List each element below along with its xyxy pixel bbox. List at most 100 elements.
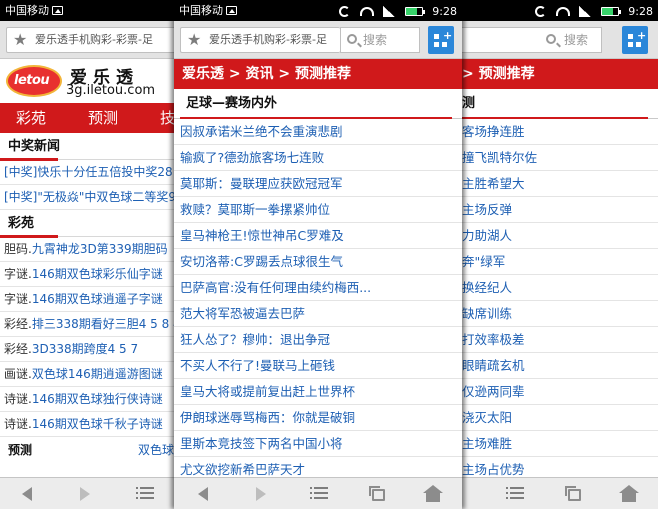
nav-item-caiyuan[interactable]: 彩苑: [16, 103, 46, 133]
wifi-icon: [555, 6, 570, 16]
back-icon[interactable]: [198, 487, 208, 501]
menu-icon[interactable]: [136, 487, 154, 499]
article-link[interactable]: 力助湖人: [462, 223, 658, 249]
page-content: 爱乐透 > 资讯 > 预测推荐 足球—赛场内外 因叔承诺米兰绝不会重演悲剧 输疯…: [174, 59, 462, 477]
news-section-header: 中奖新闻: [0, 133, 176, 161]
status-bar: 中国移动 9:28: [174, 0, 462, 21]
image-notification-icon: [52, 6, 63, 15]
section-header: 测: [462, 89, 658, 119]
url-title: 爱乐透手机购彩-彩票-足: [209, 33, 327, 46]
bookmark-star-icon[interactable]: ★: [13, 31, 27, 49]
address-bar: ★ 爱乐透手机购彩-彩票-足: [0, 21, 176, 59]
tabs-grid-button[interactable]: +: [622, 26, 648, 54]
header-underline: [0, 158, 58, 161]
news-item[interactable]: [中奖]快乐十分任五倍投中奖28: [0, 160, 176, 185]
article-link[interactable]: 伊朗球迷辱骂梅西：你就是破铜: [174, 405, 462, 431]
nav-item-jiqiao[interactable]: 技: [160, 103, 175, 133]
site-header: letou 爱乐透 3g.iletou.com: [0, 59, 176, 103]
site-logo[interactable]: letou: [6, 65, 62, 97]
main-nav: 彩苑 预测 技: [0, 103, 176, 133]
article-link[interactable]: 奔"绿军: [462, 249, 658, 275]
list-item[interactable]: 诗谜.146期双色球独行侠诗谜: [0, 387, 176, 412]
wifi-icon: [359, 6, 374, 16]
tabs-grid-button[interactable]: +: [428, 26, 454, 54]
article-link[interactable]: 巴萨高官:没有任何理由续约梅西...: [174, 275, 462, 301]
browser-toolbar: [462, 477, 658, 509]
home-icon[interactable]: [423, 485, 443, 502]
pages-icon[interactable]: [565, 486, 581, 501]
article-link[interactable]: 因叔承诺米兰绝不会重演悲剧: [174, 119, 462, 145]
sync-icon: [339, 5, 351, 17]
list-item[interactable]: 彩经.3D338期跨度4 5 7: [0, 337, 176, 362]
url-field[interactable]: ★ 爱乐透手机购彩-彩票-足: [6, 27, 176, 53]
article-link[interactable]: 撞飞凯特尔佐: [462, 145, 658, 171]
status-icons: 9:28: [333, 0, 457, 22]
page-content: > 预测推荐 测 客场挣连胜 撞飞凯特尔佐 主胜希望大 主场反弹 力助湖人 奔"…: [462, 59, 658, 477]
site-url: 3g.iletou.com: [66, 83, 156, 98]
article-link[interactable]: 尤文欲挖新希巴萨天才: [174, 457, 462, 477]
back-icon[interactable]: [22, 487, 32, 501]
caiyuan-section-header: 彩苑: [0, 210, 176, 238]
prediction-link[interactable]: 双色球: [138, 437, 174, 463]
article-link[interactable]: 主场反弹: [462, 197, 658, 223]
browser-toolbar: [174, 477, 462, 509]
bookmark-star-icon[interactable]: ★: [187, 31, 201, 49]
status-icons: 9:28: [529, 0, 653, 22]
list-item[interactable]: 画谜.双色球146期逍遥游图谜: [0, 362, 176, 387]
url-title: 爱乐透手机购彩-彩票-足: [35, 33, 153, 46]
article-link[interactable]: 救赎？莫耶斯一拳摞紧帅位: [174, 197, 462, 223]
article-link[interactable]: 狂人怂了？穆帅：退出争冠: [174, 327, 462, 353]
search-field[interactable]: 搜索: [462, 27, 602, 53]
article-link[interactable]: 范大将军恐被逼去巴萨: [174, 301, 462, 327]
article-link[interactable]: 主胜希望大: [462, 171, 658, 197]
article-link[interactable]: 眼睛疏玄机: [462, 353, 658, 379]
news-item[interactable]: [中奖]"无极焱"中双色球二等奖9: [0, 185, 176, 210]
home-icon[interactable]: [619, 485, 639, 502]
breadcrumb[interactable]: 爱乐透 > 资讯 > 预测推荐: [174, 59, 462, 89]
list-item[interactable]: 字谜.146期双色球彩乐仙字谜: [0, 262, 176, 287]
list-item[interactable]: 胆码.九霄神龙3D第339期胆码: [0, 237, 176, 262]
status-bar: 9:28: [462, 0, 658, 21]
menu-icon[interactable]: [506, 487, 524, 499]
article-link[interactable]: 换经纪人: [462, 275, 658, 301]
article-link[interactable]: 不买人不行了!曼联马上砸钱: [174, 353, 462, 379]
address-bar: 搜索 +: [462, 21, 658, 59]
section-header: 足球—赛场内外: [174, 89, 462, 119]
battery-icon: [600, 6, 621, 16]
article-link[interactable]: 主场占优势: [462, 457, 658, 477]
breadcrumb[interactable]: > 预测推荐: [462, 59, 658, 89]
list-item[interactable]: 字谜.146期双色球逍遥子字谜: [0, 287, 176, 312]
right-browser-window: 9:28 搜索 + > 预测推荐 测 客场挣连胜 撞飞凯特尔佐 主胜希望大 主场…: [462, 0, 658, 509]
prediction-section-row: 预测 双色球: [0, 437, 176, 463]
forward-icon[interactable]: [256, 487, 266, 501]
browser-toolbar: [0, 477, 176, 509]
search-field[interactable]: 搜索: [340, 27, 420, 53]
article-link[interactable]: 莫耶斯：曼联理应获欧冠冠军: [174, 171, 462, 197]
carrier-label: 中国移动: [5, 0, 63, 21]
article-link[interactable]: 浇灭太阳: [462, 405, 658, 431]
image-notification-icon: [226, 6, 237, 15]
page-content: letou 爱乐透 3g.iletou.com 彩苑 预测 技 中奖新闻 [中奖…: [0, 59, 176, 477]
article-link[interactable]: 客场挣连胜: [462, 119, 658, 145]
signal-icon: [383, 5, 396, 17]
url-field[interactable]: ★ 爱乐透手机购彩-彩票-足: [180, 27, 340, 53]
list-item[interactable]: 诗谜.146期双色球千秋子诗谜: [0, 412, 176, 437]
pages-icon[interactable]: [369, 486, 385, 501]
sync-icon: [535, 5, 547, 17]
left-browser-window: 中国移动 ★ 爱乐透手机购彩-彩票-足 letou 爱乐透 3g.iletou.…: [0, 0, 176, 509]
article-link[interactable]: 缺席训练: [462, 301, 658, 327]
article-link[interactable]: 皇马大将或提前复出赶上世界杯: [174, 379, 462, 405]
forward-icon[interactable]: [80, 487, 90, 501]
signal-icon: [579, 5, 592, 17]
article-link[interactable]: 主场难胜: [462, 431, 658, 457]
article-link[interactable]: 打效率极差: [462, 327, 658, 353]
header-underline: [0, 235, 58, 238]
article-link[interactable]: 皇马神枪王!惊世神吊C罗难及: [174, 223, 462, 249]
article-link[interactable]: 输疯了?德劲旅客场七连败: [174, 145, 462, 171]
article-link[interactable]: 仅逊两同辈: [462, 379, 658, 405]
article-link[interactable]: 安切洛蒂:C罗踢丢点球很生气: [174, 249, 462, 275]
list-item[interactable]: 彩经.排三338期看好三胆4 5 8 4: [0, 312, 176, 337]
menu-icon[interactable]: [310, 487, 328, 499]
nav-item-yuce[interactable]: 预测: [88, 103, 118, 133]
article-link[interactable]: 里斯本竞技签下两名中国小将: [174, 431, 462, 457]
